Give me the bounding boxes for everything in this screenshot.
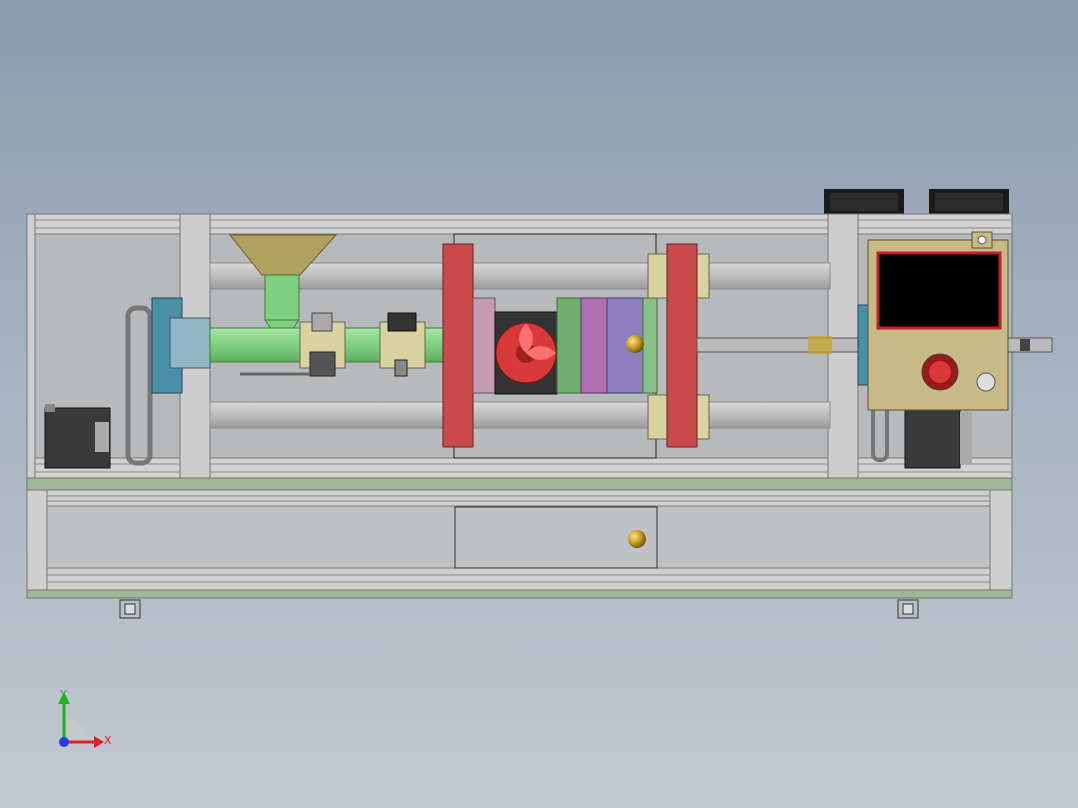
stepper-motor-left xyxy=(44,404,111,469)
mold-cooling-fan xyxy=(494,311,558,395)
mold-plate-green-2 xyxy=(642,297,658,394)
drawer-knob[interactable] xyxy=(628,530,646,548)
x-axis-label: X xyxy=(104,734,112,747)
emergency-stop-button[interactable] xyxy=(921,353,959,391)
lower-cabinet xyxy=(26,489,1013,599)
cooling-fan-top-left xyxy=(824,189,904,215)
cooling-fan-top-right xyxy=(929,189,1009,215)
cad-viewport[interactable]: X Y xyxy=(0,0,1078,808)
heater-band-1 xyxy=(299,312,346,377)
mold-knob[interactable] xyxy=(626,335,644,353)
heater-band-2 xyxy=(379,312,426,377)
fixed-platen xyxy=(442,243,474,448)
foot-right xyxy=(897,599,919,619)
mold-plate-pink xyxy=(472,297,496,394)
foot-left xyxy=(119,599,141,619)
rotary-encoder-knob[interactable] xyxy=(976,372,996,392)
lcd-display xyxy=(876,251,1002,330)
axis-triad: X Y xyxy=(58,688,112,748)
mold-plate-purple xyxy=(580,297,608,394)
y-axis-label: Y xyxy=(59,688,67,701)
mold-plate-green xyxy=(556,297,582,394)
base-plate xyxy=(26,477,1013,491)
moving-platen xyxy=(666,243,698,448)
stepper-motor-right xyxy=(904,407,972,469)
